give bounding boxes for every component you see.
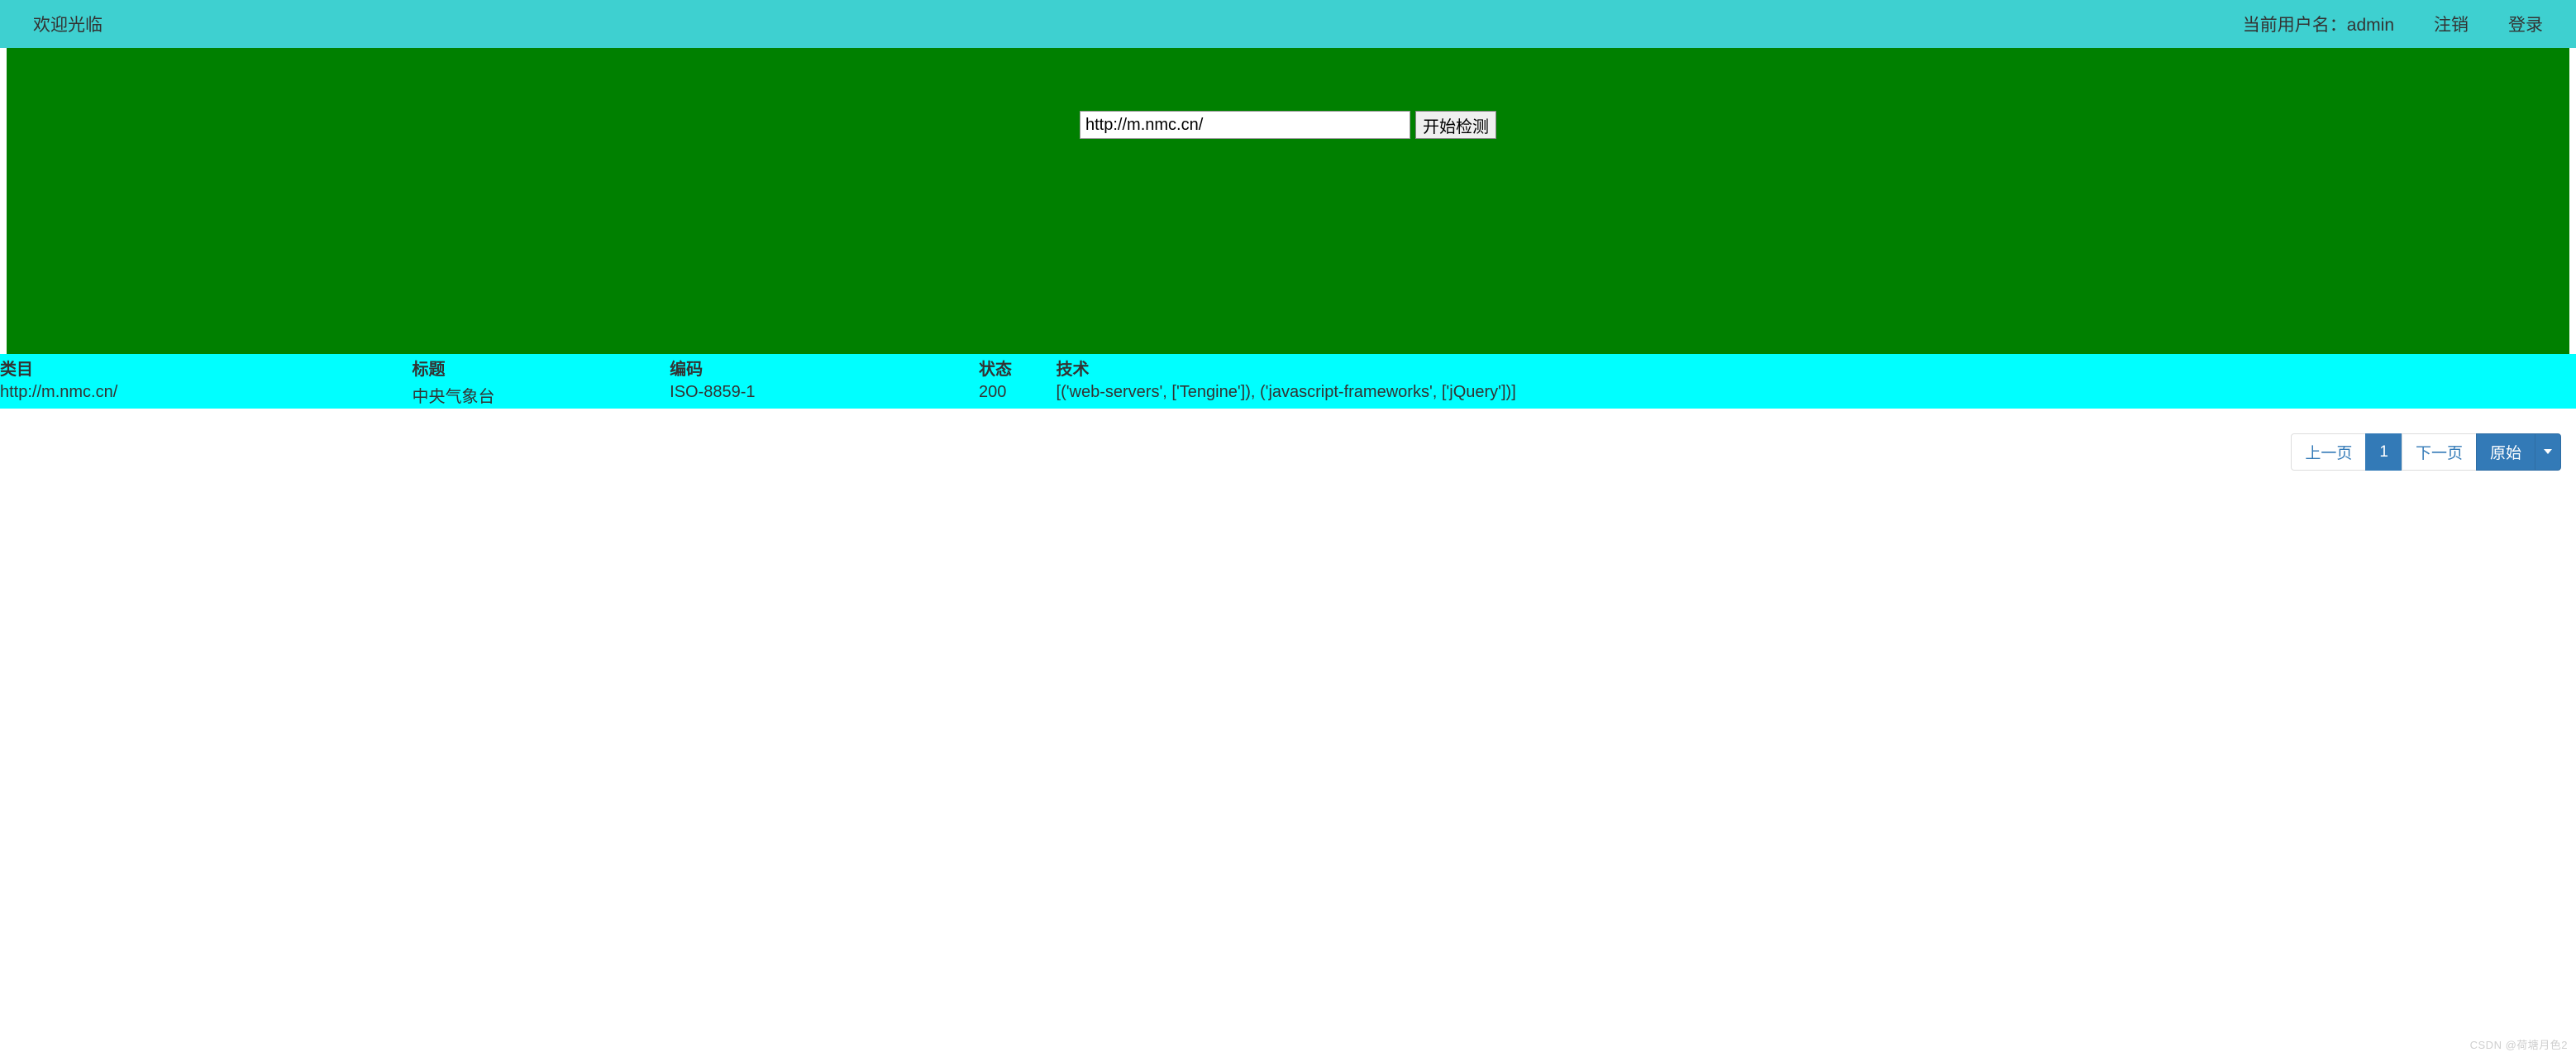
page-number-button[interactable]: 1 (2365, 433, 2402, 471)
th-tech: 技术 (1057, 354, 2576, 381)
td-encoding: ISO-8859-1 (670, 381, 979, 409)
watermark-text: CSDN @荷塘月色2 (2470, 1036, 2568, 1052)
prev-page-button[interactable]: 上一页 (2291, 433, 2366, 471)
td-title: 中央气象台 (413, 381, 670, 409)
td-category: http://m.nmc.cn/ (0, 381, 413, 409)
next-page-button[interactable]: 下一页 (2402, 433, 2477, 471)
login-link[interactable]: 登录 (2508, 12, 2543, 36)
original-button[interactable]: 原始 (2476, 433, 2535, 471)
search-panel: 开始检测 (7, 48, 2569, 354)
th-encoding: 编码 (670, 354, 979, 381)
th-title: 标题 (413, 354, 670, 381)
search-row: 开始检测 (1080, 111, 1496, 354)
url-input[interactable] (1080, 111, 1410, 139)
welcome-text: 欢迎光临 (33, 12, 103, 36)
th-status: 状态 (979, 354, 1056, 381)
th-category: 类目 (0, 354, 413, 381)
table-row: http://m.nmc.cn/ 中央气象台 ISO-8859-1 200 [(… (0, 381, 2576, 409)
td-status: 200 (979, 381, 1056, 409)
results-table: 类目 标题 编码 状态 技术 http://m.nmc.cn/ 中央气象台 IS… (0, 354, 2576, 409)
table-header-row: 类目 标题 编码 状态 技术 (0, 354, 2576, 381)
pagination: 上一页 1 下一页 原始 (0, 409, 2576, 471)
td-tech: [('web-servers', ['Tengine']), ('javascr… (1057, 381, 2576, 409)
chevron-down-icon (2544, 449, 2552, 454)
dropdown-toggle-button[interactable] (2535, 433, 2561, 471)
logout-link[interactable]: 注销 (2434, 12, 2469, 36)
header-right: 当前用户名：admin 注销 登录 (2243, 12, 2543, 36)
current-user-label: 当前用户名：admin (2243, 12, 2394, 36)
start-detect-button[interactable]: 开始检测 (1415, 111, 1496, 139)
top-header: 欢迎光临 当前用户名：admin 注销 登录 (0, 0, 2576, 48)
